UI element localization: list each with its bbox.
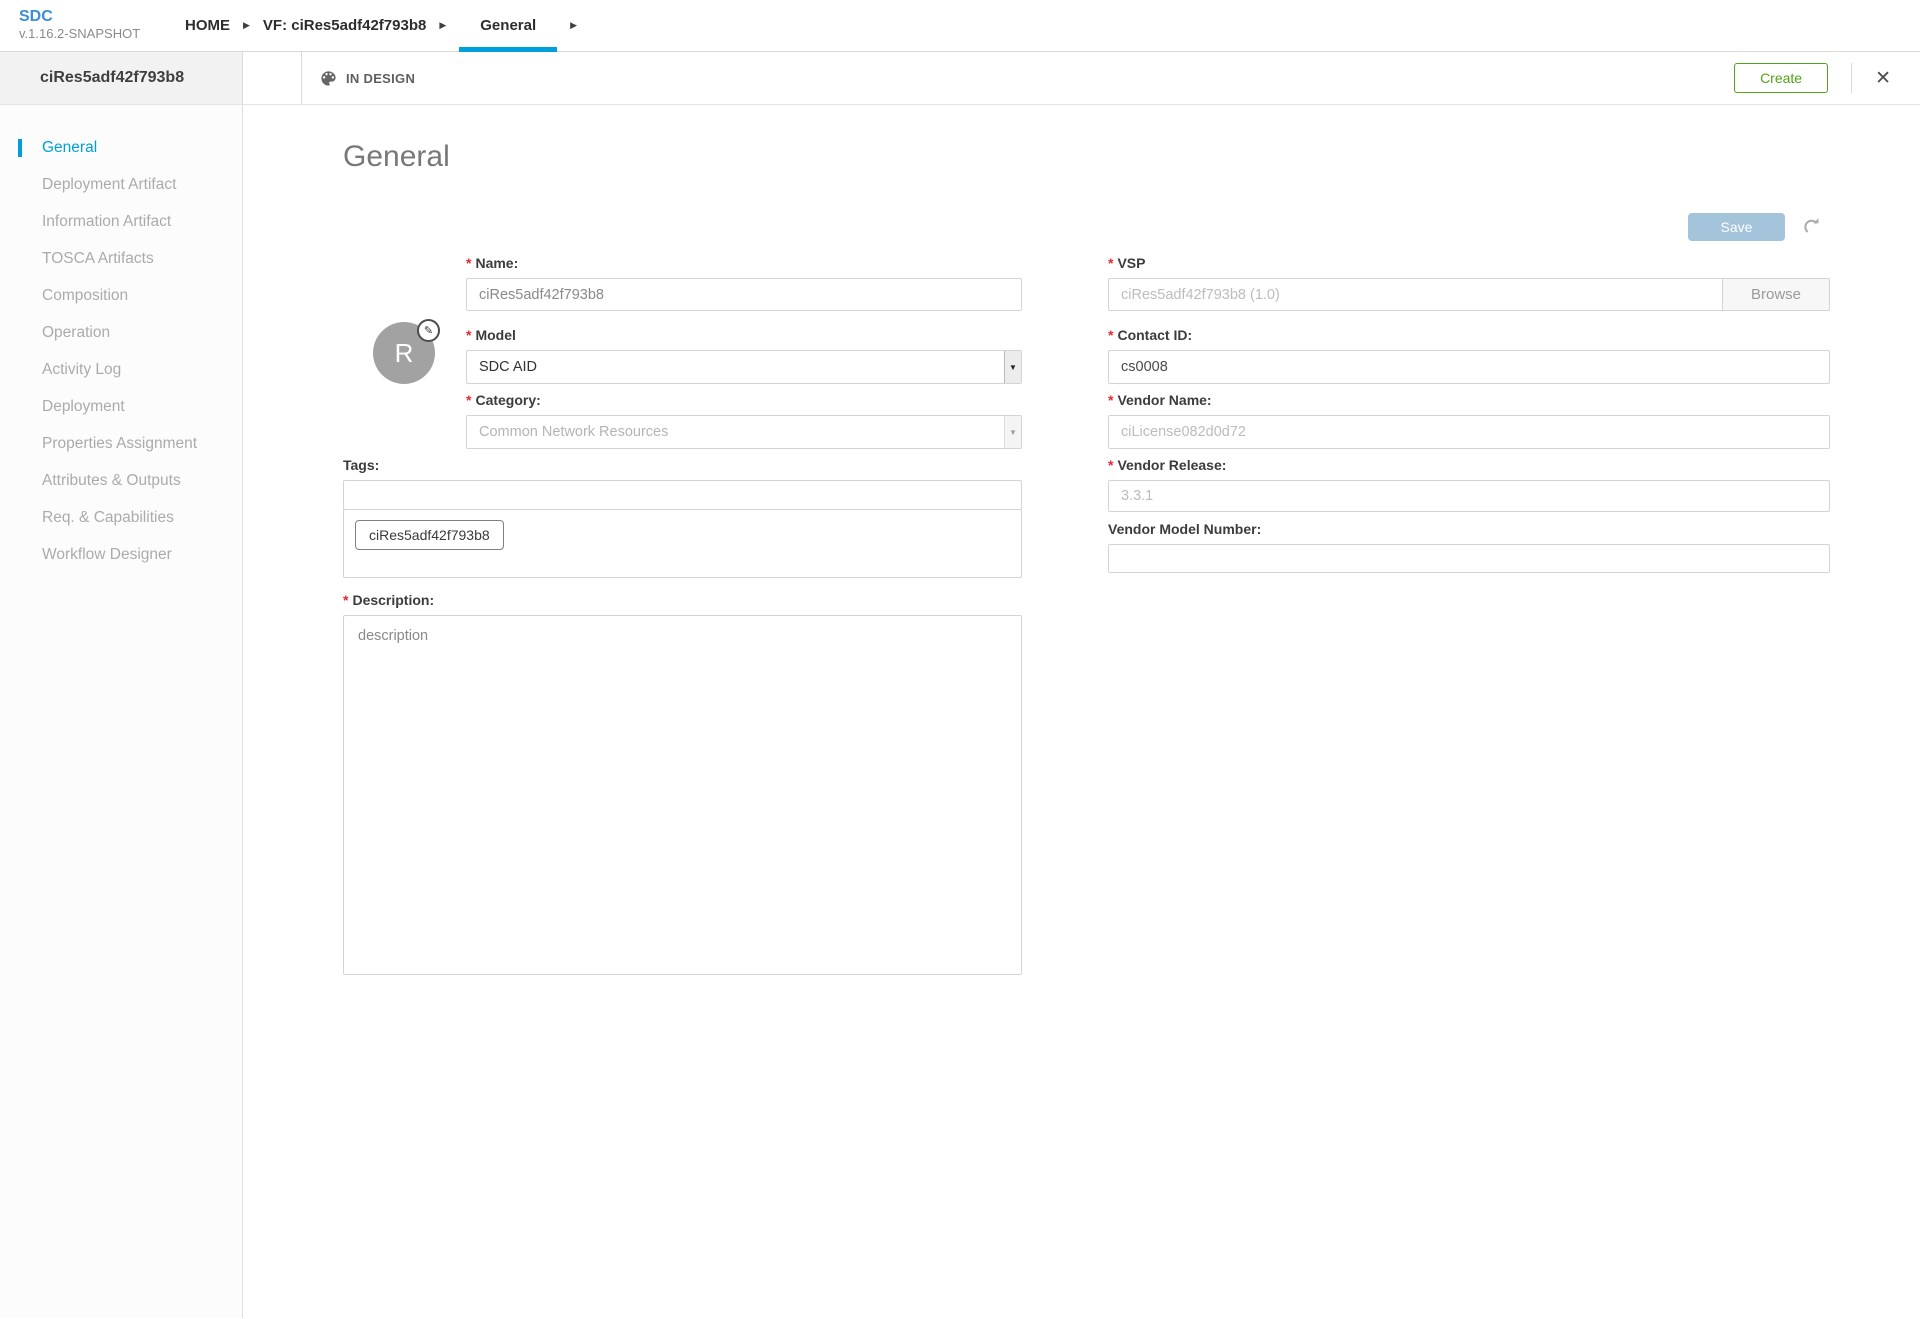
breadcrumb-home[interactable]: HOME [185, 0, 230, 52]
sidebar-item-deployment-artifact[interactable]: Deployment Artifact [0, 166, 242, 203]
avatar: R ✎ [373, 322, 435, 384]
required-asterisk: * [466, 327, 471, 343]
top-bar: SDC v.1.16.2-SNAPSHOT HOME ▶ VF: ciRes5a… [0, 0, 1920, 52]
tags-input[interactable] [343, 480, 1022, 510]
sidebar-item-deployment[interactable]: Deployment [0, 388, 242, 425]
vendor-release-field: *Vendor Release: [1108, 457, 1830, 512]
required-asterisk: * [1108, 255, 1113, 271]
status-label: IN DESIGN [346, 71, 415, 86]
model-select-value: SDC AID [467, 351, 1004, 383]
palette-icon [319, 69, 338, 88]
category-select: Common Network Resources ▼ [466, 415, 1022, 449]
sidebar-item-req-capabilities[interactable]: Req. & Capabilities [0, 499, 242, 536]
tag-chip[interactable]: ciRes5adf42f793b8 [355, 520, 504, 550]
model-label: *Model [466, 327, 1022, 343]
logo-title: SDC [19, 8, 166, 26]
vendor-release-input [1108, 480, 1830, 512]
category-select-value: Common Network Resources [467, 416, 1004, 448]
breadcrumb-vf[interactable]: VF: ciRes5adf42f793b8 [263, 0, 426, 52]
sub-header: ciRes5adf42f793b8 IN DESIGN Create ✕ [0, 52, 1920, 105]
revert-icon[interactable] [1802, 217, 1822, 237]
vendor-name-field: *Vendor Name: [1108, 392, 1830, 449]
chevron-right-icon: ▶ [243, 20, 250, 31]
category-field: *Category: Common Network Resources ▼ [466, 392, 1022, 449]
page-title: General [343, 140, 450, 174]
category-label: *Category: [466, 392, 1022, 408]
entity-name: ciRes5adf42f793b8 [0, 52, 243, 104]
sidebar-item-workflow-designer[interactable]: Workflow Designer [0, 536, 242, 573]
pencil-icon: ✎ [424, 324, 433, 337]
save-button[interactable]: Save [1688, 213, 1785, 241]
vsp-label: *VSP [1108, 255, 1830, 271]
required-asterisk: * [1108, 392, 1113, 408]
vendor-release-label: *Vendor Release: [1108, 457, 1830, 473]
vendor-name-label: *Vendor Name: [1108, 392, 1830, 408]
lifecycle-status: IN DESIGN [301, 52, 415, 104]
model-field: *Model SDC AID ▼ [466, 327, 1022, 384]
chevron-down-icon: ▼ [1004, 416, 1021, 448]
description-label: *Description: [343, 592, 1022, 608]
description-field: *Description: description [343, 592, 1022, 980]
main-content: General Save R ✎ *Name: [243, 105, 1920, 1318]
contact-id-input[interactable] [1108, 350, 1830, 384]
app-window: SDC v.1.16.2-SNAPSHOT HOME ▶ VF: ciRes5a… [0, 0, 1920, 1318]
vendor-name-input [1108, 415, 1830, 449]
tags-field: Tags: ciRes5adf42f793b8 [343, 457, 1022, 578]
browse-button[interactable]: Browse [1723, 278, 1830, 311]
required-asterisk: * [1108, 327, 1113, 343]
name-field: *Name: [466, 255, 1022, 311]
sidebar-item-composition[interactable]: Composition [0, 277, 242, 314]
avatar-initial: R [395, 338, 414, 369]
sidebar-item-attributes-outputs[interactable]: Attributes & Outputs [0, 462, 242, 499]
sidebar-item-properties-assignment[interactable]: Properties Assignment [0, 425, 242, 462]
logo-version: v.1.16.2-SNAPSHOT [19, 26, 166, 42]
tab-general[interactable]: General [459, 0, 557, 52]
save-area: Save [1688, 213, 1822, 241]
vsp-input [1108, 278, 1723, 311]
required-asterisk: * [1108, 457, 1113, 473]
sidebar-item-general[interactable]: General [0, 129, 242, 166]
required-asterisk: * [466, 392, 471, 408]
vsp-field: *VSP Browse [1108, 255, 1830, 311]
tags-label: Tags: [343, 457, 1022, 473]
chevron-right-icon: ▶ [570, 20, 577, 31]
divider [1851, 63, 1852, 93]
contact-id-label: *Contact ID: [1108, 327, 1830, 343]
sidebar-item-activity-log[interactable]: Activity Log [0, 351, 242, 388]
contact-id-field: *Contact ID: [1108, 327, 1830, 384]
name-label: *Name: [466, 255, 1022, 271]
sidebar: General Deployment Artifact Information … [0, 105, 243, 1318]
required-asterisk: * [466, 255, 471, 271]
model-select[interactable]: SDC AID ▼ [466, 350, 1022, 384]
name-input[interactable] [466, 278, 1022, 311]
close-icon[interactable]: ✕ [1875, 69, 1891, 88]
vendor-model-number-input[interactable] [1108, 544, 1830, 573]
sidebar-item-tosca-artifacts[interactable]: TOSCA Artifacts [0, 240, 242, 277]
description-textarea[interactable]: description [343, 615, 1022, 975]
chevron-down-icon: ▼ [1004, 351, 1021, 383]
vendor-model-number-label: Vendor Model Number: [1108, 521, 1830, 537]
required-asterisk: * [343, 592, 348, 608]
edit-avatar-button[interactable]: ✎ [417, 319, 440, 342]
sidebar-item-information-artifact[interactable]: Information Artifact [0, 203, 242, 240]
sdc-logo[interactable]: SDC v.1.16.2-SNAPSHOT [0, 0, 166, 51]
tags-container: ciRes5adf42f793b8 [343, 509, 1022, 578]
vendor-model-number-field: Vendor Model Number: [1108, 521, 1830, 573]
sidebar-item-operation[interactable]: Operation [0, 314, 242, 351]
breadcrumb: HOME ▶ VF: ciRes5adf42f793b8 ▶ General ▶ [185, 0, 590, 51]
create-button[interactable]: Create [1734, 63, 1828, 93]
chevron-right-icon: ▶ [439, 20, 446, 31]
